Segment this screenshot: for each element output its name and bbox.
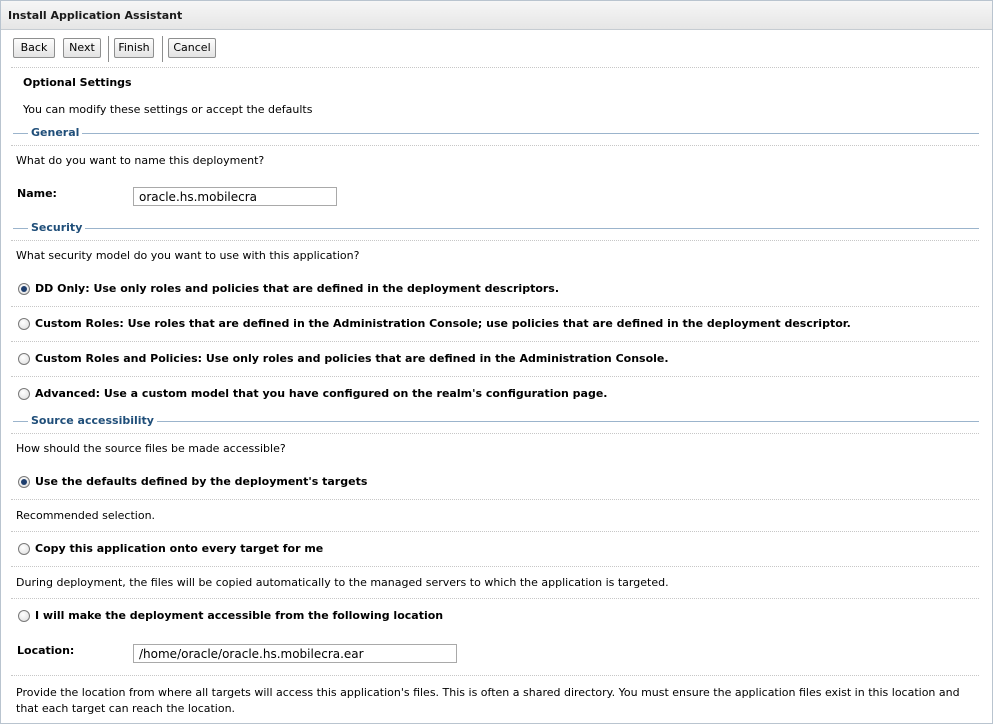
- location-input[interactable]: /home/oracle/oracle.hs.mobilecra.ear: [133, 644, 457, 663]
- window-title: Install Application Assistant: [8, 9, 183, 22]
- radio-label-custom-roles: Custom Roles: Use roles that are defined…: [35, 317, 851, 330]
- divider: [11, 240, 979, 241]
- section-rule: [13, 228, 979, 229]
- radio-label-use-defaults: Use the defaults defined by the deployme…: [35, 475, 368, 488]
- divider: [11, 306, 979, 307]
- note-defaults: Recommended selection.: [16, 509, 156, 522]
- radio-label-custom-location: I will make the deployment accessible fr…: [35, 609, 444, 622]
- radio-advanced[interactable]: [18, 388, 30, 400]
- radio-custom-roles[interactable]: [18, 318, 30, 330]
- back-button[interactable]: Back: [13, 38, 55, 58]
- toolbar-separator: [108, 36, 109, 62]
- divider: [11, 531, 979, 532]
- divider: [11, 433, 979, 434]
- divider: [11, 341, 979, 342]
- section-rule: [13, 133, 979, 134]
- security-question: What security model do you want to use w…: [16, 249, 360, 262]
- divider: [11, 566, 979, 567]
- radio-label-custom-roles-policies: Custom Roles and Policies: Use only role…: [35, 352, 669, 365]
- page-subtitle: You can modify these settings or accept …: [23, 103, 313, 116]
- name-input[interactable]: oracle.hs.mobilecra: [133, 187, 337, 206]
- divider: [11, 145, 979, 146]
- cancel-button[interactable]: Cancel: [168, 38, 216, 58]
- page-heading: Optional Settings: [23, 76, 132, 89]
- source-question: How should the source files be made acce…: [16, 442, 286, 455]
- section-title-general: General: [28, 126, 83, 139]
- radio-dd-only[interactable]: [18, 283, 30, 295]
- general-question: What do you want to name this deployment…: [16, 154, 265, 167]
- radio-use-defaults[interactable]: [18, 476, 30, 488]
- divider: [11, 598, 979, 599]
- note-copy: During deployment, the files will be cop…: [16, 576, 669, 589]
- section-rule: [13, 421, 979, 422]
- install-assistant-panel: Install Application Assistant Back Next …: [0, 0, 993, 724]
- location-label: Location:: [17, 644, 75, 657]
- note-location: Provide the location from where all targ…: [16, 686, 960, 715]
- toolbar-separator: [162, 36, 163, 62]
- section-title-source: Source accessibility: [28, 414, 157, 427]
- finish-button[interactable]: Finish: [114, 38, 154, 58]
- radio-custom-roles-policies[interactable]: [18, 353, 30, 365]
- section-title-security: Security: [28, 221, 86, 234]
- name-label: Name:: [17, 187, 57, 200]
- next-button[interactable]: Next: [63, 38, 101, 58]
- window-titlebar: Install Application Assistant: [1, 1, 992, 30]
- divider: [11, 675, 979, 676]
- radio-label-advanced: Advanced: Use a custom model that you ha…: [35, 387, 608, 400]
- divider: [11, 376, 979, 377]
- radio-custom-location[interactable]: [18, 610, 30, 622]
- radio-label-dd-only: DD Only: Use only roles and policies tha…: [35, 282, 560, 295]
- radio-label-copy-application: Copy this application onto every target …: [35, 542, 324, 555]
- radio-copy-application[interactable]: [18, 543, 30, 555]
- divider: [11, 67, 979, 68]
- divider: [11, 499, 979, 500]
